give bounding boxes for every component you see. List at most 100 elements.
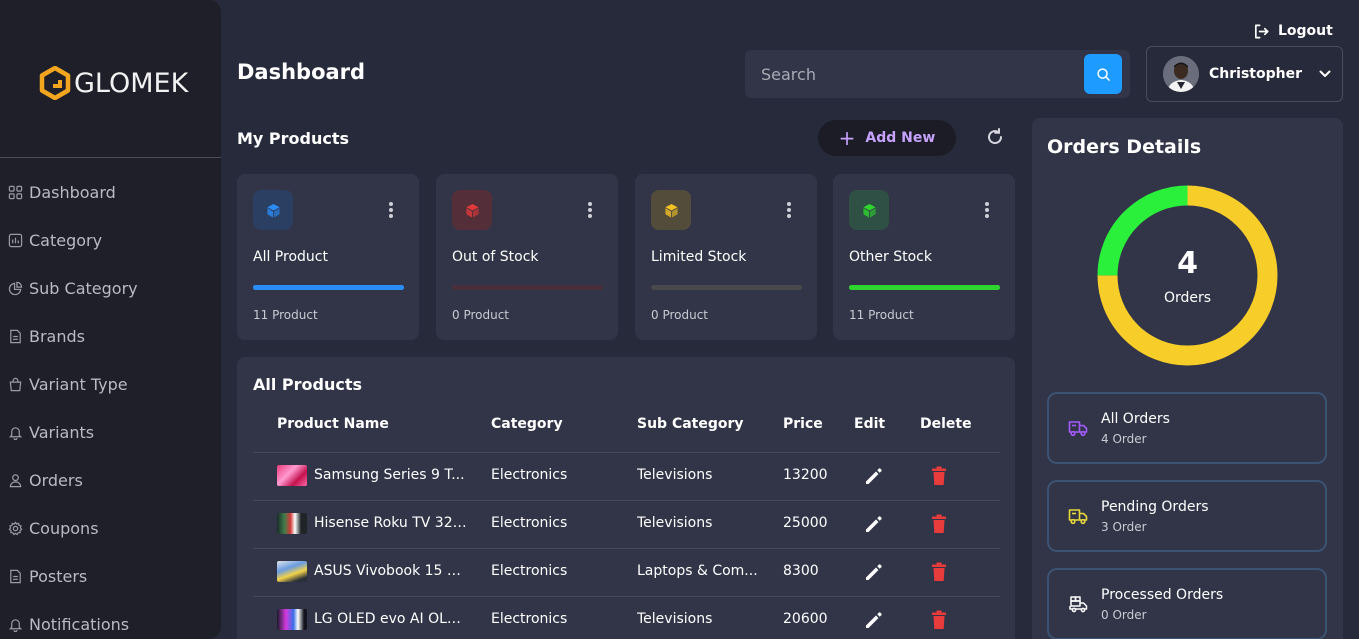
all-products-title: All Products: [253, 375, 363, 394]
product-sub-category: Laptops & Com...: [637, 563, 758, 579]
table-header: Product Name Category Sub Category Price…: [253, 407, 1000, 453]
sidebar-item-sub-category[interactable]: Sub Category: [8, 264, 218, 312]
card-title: Out of Stock: [452, 249, 539, 265]
order-card-processed-orders[interactable]: Processed Orders 0 Order: [1047, 568, 1327, 639]
sidebar-item-dashboard[interactable]: Dashboard: [8, 168, 218, 216]
card-out-of-stock[interactable]: Out of Stock 0 Product: [436, 174, 618, 340]
sidebar-item-category[interactable]: Category: [8, 216, 218, 264]
all-products-panel: All Products Product Name Category Sub C…: [237, 357, 1015, 639]
more-vertical-icon[interactable]: [981, 200, 993, 220]
settings-icon: [8, 520, 23, 536]
sidebar-item-label: Variant Type: [29, 374, 128, 394]
card-other-stock[interactable]: Other Stock 11 Product: [833, 174, 1015, 340]
truck-icon: [1068, 509, 1088, 525]
product-price: 13200: [783, 467, 828, 483]
logo-mark-icon: [39, 66, 71, 100]
user-menu[interactable]: Christopher: [1146, 46, 1343, 102]
logout-icon: [1254, 24, 1269, 38]
product-name: Samsung Series 9 T...: [314, 467, 465, 483]
column-header-edit: Edit: [854, 416, 886, 432]
product-name: ASUS Vivobook 15 X...: [314, 563, 469, 579]
orders-details-title: Orders Details: [1047, 136, 1202, 158]
sidebar-item-label: Posters: [29, 566, 88, 586]
logout-button[interactable]: Logout: [1253, 20, 1333, 42]
product-category: Electronics: [491, 467, 568, 483]
trash-icon[interactable]: [931, 610, 947, 630]
sidebar-divider: [0, 157, 221, 158]
pencil-icon[interactable]: [863, 513, 885, 535]
bag-icon: [8, 377, 23, 392]
sidebar-item-label: Brands: [29, 326, 85, 346]
product-category: Electronics: [491, 563, 568, 579]
sidebar-item-label: Dashboard: [29, 182, 116, 202]
card-title: All Product: [253, 249, 328, 265]
product-thumbnail: [277, 513, 307, 534]
document-icon: [8, 329, 23, 344]
card-all-product[interactable]: All Product 11 Product: [237, 174, 419, 340]
bell-icon: [8, 425, 23, 440]
pencil-icon[interactable]: [863, 609, 885, 631]
sidebar-item-label: Notifications: [29, 614, 130, 634]
search-button[interactable]: [1084, 54, 1122, 94]
search-icon: [1096, 67, 1110, 81]
product-sub-category: Televisions: [637, 611, 713, 627]
more-vertical-icon[interactable]: [783, 200, 795, 220]
card-count: 11 Product: [253, 308, 318, 322]
trash-icon[interactable]: [931, 514, 947, 534]
product-sub-category: Televisions: [637, 467, 713, 483]
search-box: [745, 50, 1130, 98]
orders-details-panel: Orders Details 4 Orders All Orders 4 Ord…: [1032, 118, 1343, 639]
cube-icon: [664, 203, 678, 218]
card-progress-bar: [452, 285, 603, 290]
refresh-icon[interactable]: [985, 127, 1005, 147]
card-count: 0 Product: [651, 308, 709, 322]
cube-icon: [465, 203, 479, 218]
order-card-all-orders[interactable]: All Orders 4 Order: [1047, 392, 1327, 464]
cube-icon: [266, 203, 280, 218]
search-input[interactable]: [745, 50, 1080, 98]
table-row[interactable]: Samsung Series 9 T... Electronics Televi…: [253, 452, 1000, 500]
add-new-button[interactable]: + Add New: [818, 120, 956, 156]
orders-total-label: Orders: [1163, 290, 1212, 306]
table-row[interactable]: ASUS Vivobook 15 X... Electronics Laptop…: [253, 548, 1000, 596]
sidebar-item-label: Variants: [29, 422, 95, 442]
more-vertical-icon[interactable]: [584, 200, 596, 220]
card-progress-bar: [253, 285, 404, 290]
column-header-category: Category: [491, 416, 563, 432]
sidebar-item-variant-type[interactable]: Variant Type: [8, 360, 218, 408]
sidebar-item-variants[interactable]: Variants: [8, 408, 218, 456]
card-icon-box: [253, 190, 293, 230]
table-row[interactable]: LG OLED evo AI OLE... Electronics Televi…: [253, 596, 1000, 639]
document-icon: [8, 569, 23, 584]
pencil-icon[interactable]: [863, 465, 885, 487]
pie-chart-icon: [8, 281, 23, 296]
app-root: GLOMEK Dashboard Category Sub Category B…: [0, 0, 1359, 639]
sidebar-item-notifications[interactable]: Notifications: [8, 600, 218, 639]
column-header-delete: Delete: [920, 416, 972, 432]
trash-icon[interactable]: [931, 562, 947, 582]
card-limited-stock[interactable]: Limited Stock 0 Product: [635, 174, 817, 340]
pencil-icon[interactable]: [863, 561, 885, 583]
table-row[interactable]: Hisense Roku TV 32"... Electronics Telev…: [253, 500, 1000, 548]
more-vertical-icon[interactable]: [385, 200, 397, 220]
sidebar-item-coupons[interactable]: Coupons: [8, 504, 218, 552]
column-header-product-name: Product Name: [277, 416, 389, 432]
sidebar-item-brands[interactable]: Brands: [8, 312, 218, 360]
product-price: 8300: [783, 563, 819, 579]
card-title: Limited Stock: [651, 249, 747, 265]
trash-icon[interactable]: [931, 466, 947, 486]
brand-logo[interactable]: GLOMEK: [38, 64, 188, 102]
order-card-title: Processed Orders: [1101, 587, 1224, 603]
product-price: 20600: [783, 611, 828, 627]
order-card-pending-orders[interactable]: Pending Orders 3 Order: [1047, 480, 1327, 552]
sidebar-item-label: Orders: [29, 470, 83, 490]
card-title: Other Stock: [849, 249, 932, 265]
sidebar-item-posters[interactable]: Posters: [8, 552, 218, 600]
sidebar-item-orders[interactable]: Orders: [8, 456, 218, 504]
user-name: Christopher: [1209, 66, 1302, 82]
order-card-count: 0 Order: [1101, 608, 1147, 622]
sidebar: GLOMEK Dashboard Category Sub Category B…: [0, 0, 221, 639]
person-icon: [8, 473, 23, 488]
product-category: Electronics: [491, 611, 568, 627]
sidebar-item-label: Coupons: [29, 518, 99, 538]
